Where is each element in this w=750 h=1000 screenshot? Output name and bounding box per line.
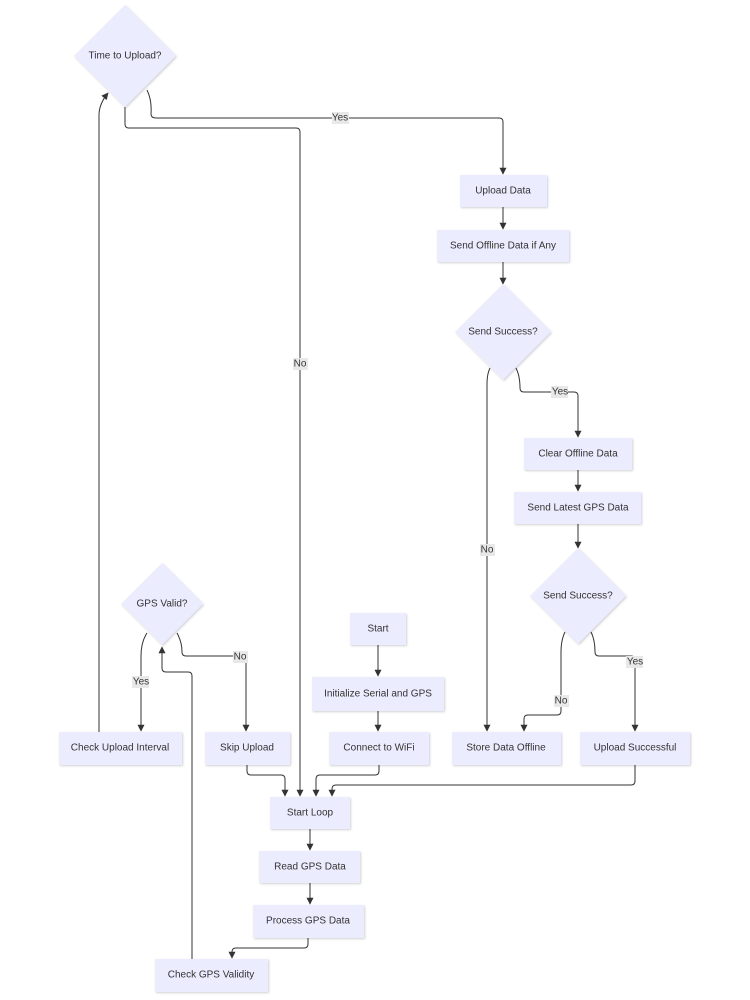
node-label: Time to Upload? (89, 51, 162, 62)
node-label: Connect to WiFi (343, 743, 414, 754)
edge-success2-no (520, 631, 566, 732)
edge-time-no (124, 107, 304, 797)
edge-label-time-no: No (293, 358, 308, 370)
edge-skip-to-loop (246, 765, 289, 797)
edge-time-yes (146, 89, 507, 175)
node-label: Send Offline Data if Any (450, 241, 556, 252)
edge-process-to-check (228, 938, 309, 959)
node-start-loop[interactable]: Start Loop (270, 797, 350, 829)
node-label: Initialize Serial and GPS (324, 689, 432, 700)
edge-label-success2-yes: Yes (626, 656, 643, 668)
node-label: Skip Upload (220, 743, 274, 754)
svg-text:No: No (481, 545, 494, 556)
decision-send-success-1[interactable]: Send Success? (455, 284, 551, 380)
node-label: Check GPS Validity (168, 970, 255, 981)
node-label: Start (367, 624, 388, 635)
svg-text:Yes: Yes (552, 387, 568, 398)
svg-text:No: No (294, 359, 307, 370)
node-label: Clear Offline Data (538, 449, 618, 460)
node-label: Read GPS Data (274, 862, 346, 873)
decision-send-success-2[interactable]: Send Success? (530, 548, 626, 644)
node-check-upload-interval[interactable]: Check Upload Interval (59, 732, 182, 765)
edge-label-success1-no: No (480, 544, 495, 556)
node-upload-successful[interactable]: Upload Successful (580, 732, 690, 765)
edge-label-time-yes: Yes (332, 112, 349, 124)
flowchart: Time to Upload? Upload Data Send Offline… (59, 5, 690, 992)
node-store-offline[interactable]: Store Data Offline (452, 732, 561, 765)
node-label: Send Success? (543, 591, 613, 602)
edge-wifi-to-loop (312, 765, 380, 797)
node-label: Store Data Offline (466, 743, 546, 754)
svg-text:No: No (555, 696, 568, 707)
node-read-gps[interactable]: Read GPS Data (259, 851, 360, 883)
node-start[interactable]: Start (350, 613, 406, 645)
decision-gps-valid[interactable]: GPS Valid? (121, 563, 203, 645)
edge-check-interval-to-time (98, 92, 109, 732)
edge-label-gps-yes: Yes (132, 676, 149, 688)
node-check-gps-validity[interactable]: Check GPS Validity (155, 959, 268, 992)
svg-text:Yes: Yes (133, 677, 149, 688)
edge-success1-yes (515, 367, 582, 438)
edge-label-gps-no: No (233, 651, 248, 663)
edge-success2-yes (590, 631, 639, 732)
node-send-offline[interactable]: Send Offline Data if Any (437, 230, 569, 262)
edge-label-success1-yes: Yes (551, 386, 568, 398)
node-process-gps[interactable]: Process GPS Data (253, 905, 364, 938)
node-label: Check Upload Interval (71, 743, 169, 754)
node-label: Process GPS Data (266, 916, 350, 927)
node-skip-upload[interactable]: Skip Upload (205, 732, 290, 765)
edge-uploaded-to-loop (328, 765, 636, 797)
node-upload-data[interactable]: Upload Data (460, 175, 547, 207)
node-label: Send Latest GPS Data (527, 503, 629, 514)
node-label: Start Loop (287, 808, 334, 819)
node-connect-wifi[interactable]: Connect to WiFi (329, 732, 429, 765)
node-label: Upload Data (475, 186, 531, 197)
node-label: Send Success? (468, 327, 538, 338)
edge-gps-no (176, 632, 250, 732)
svg-text:Yes: Yes (332, 113, 348, 124)
svg-text:Yes: Yes (627, 657, 643, 668)
node-clear-offline[interactable]: Clear Offline Data (524, 438, 632, 470)
node-label: GPS Valid? (137, 599, 188, 610)
edge-label-success2-no: No (554, 695, 569, 707)
node-send-latest[interactable]: Send Latest GPS Data (514, 492, 641, 524)
node-label: Upload Successful (594, 743, 677, 754)
edge-validity-to-gps (158, 646, 193, 959)
node-init-serial[interactable]: Initialize Serial and GPS (312, 677, 444, 711)
edges (98, 89, 639, 959)
decision-time-to-upload[interactable]: Time to Upload? (74, 5, 176, 107)
svg-text:No: No (234, 652, 247, 663)
